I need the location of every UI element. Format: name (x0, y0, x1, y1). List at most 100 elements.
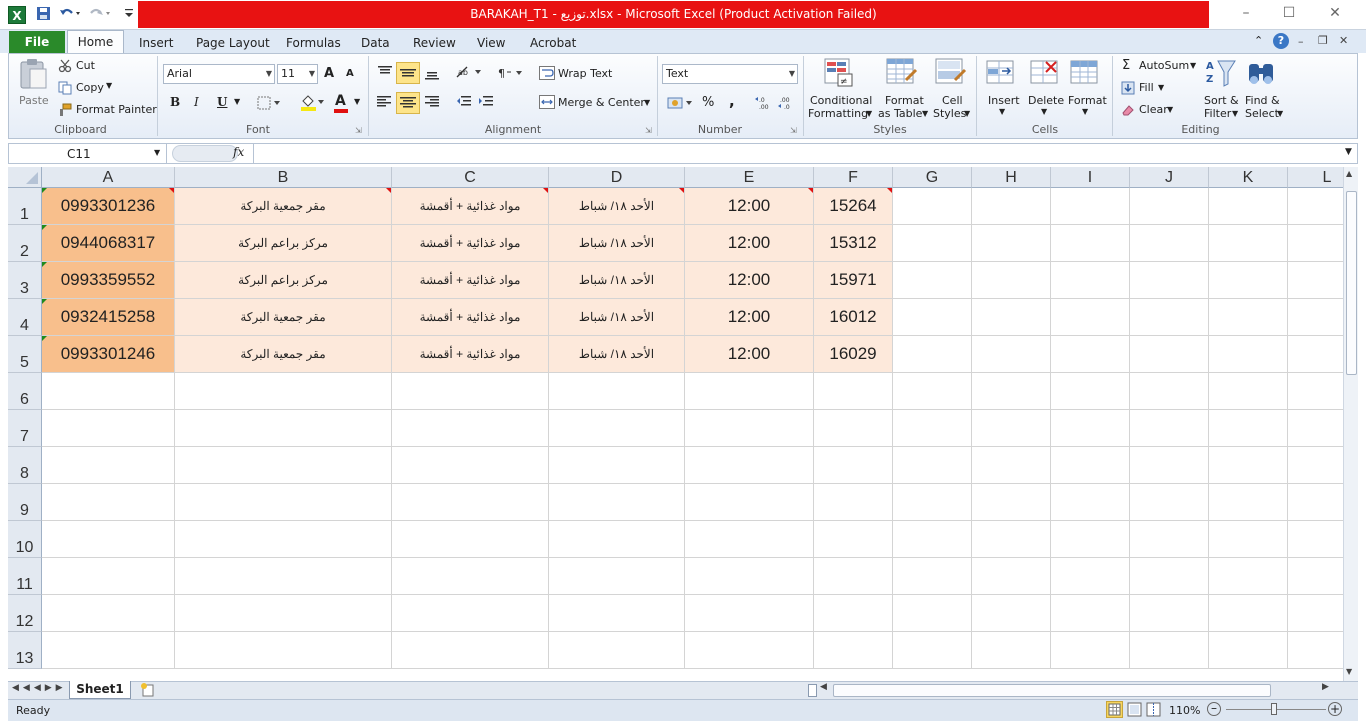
fill-dropdown-icon[interactable]: ▼ (1158, 83, 1164, 92)
font-color-dropdown-icon[interactable]: ▼ (354, 97, 360, 106)
comment-indicator-icon[interactable] (679, 188, 684, 193)
row-header[interactable]: 5 (8, 336, 42, 373)
font-name-combo[interactable]: Arial ▼ (163, 64, 275, 84)
row-header[interactable]: 3 (8, 262, 42, 299)
insert-dropdown-icon[interactable]: ▼ (999, 107, 1005, 116)
cell[interactable] (1288, 521, 1343, 558)
tab-review[interactable]: Review (413, 34, 456, 53)
column-header[interactable]: H (972, 167, 1051, 188)
row-header[interactable]: 9 (8, 484, 42, 521)
cell[interactable] (549, 595, 685, 632)
name-box[interactable]: C11 ▼ (9, 144, 167, 163)
cell[interactable] (1130, 447, 1209, 484)
normal-view-icon[interactable] (1106, 701, 1123, 718)
cell-styles-label2[interactable]: Styles (933, 107, 966, 120)
font-color-button[interactable]: A (335, 93, 346, 109)
close-button[interactable]: ✕ (1321, 5, 1349, 25)
comment-indicator-icon[interactable] (808, 188, 813, 193)
column-header[interactable]: A (42, 167, 175, 188)
insert-sheet-icon[interactable] (138, 682, 158, 698)
cell[interactable] (1209, 373, 1288, 410)
cell[interactable] (1051, 558, 1130, 595)
cell[interactable] (1288, 262, 1343, 299)
format-as-table-label2[interactable]: as Table (878, 107, 922, 120)
cell[interactable] (1130, 188, 1209, 225)
align-middle-icon[interactable] (396, 62, 420, 84)
redo-icon[interactable] (89, 6, 111, 23)
fill-color-icon[interactable] (300, 94, 326, 115)
cell[interactable] (1130, 299, 1209, 336)
merge-dropdown-icon[interactable]: ▼ (644, 98, 650, 107)
column-header[interactable]: I (1051, 167, 1130, 188)
cell[interactable] (1130, 632, 1209, 669)
chevron-down-icon[interactable]: ▼ (154, 148, 160, 157)
cell[interactable] (1288, 225, 1343, 262)
dialog-launcher-icon[interactable]: ⇲ (790, 126, 797, 135)
cell[interactable] (392, 484, 549, 521)
copy-button[interactable]: Copy (76, 81, 104, 94)
find-select-label[interactable]: Find & (1245, 94, 1280, 107)
cell[interactable] (1209, 447, 1288, 484)
undo-icon[interactable] (59, 6, 81, 23)
cell[interactable] (549, 484, 685, 521)
cell[interactable] (1209, 595, 1288, 632)
cell[interactable] (1130, 410, 1209, 447)
cell[interactable] (1288, 188, 1343, 225)
cell[interactable] (685, 484, 814, 521)
conditional-formatting-dropdown-icon[interactable]: ▼ (866, 109, 872, 118)
delete-cells-button[interactable]: Delete (1028, 94, 1064, 107)
cell[interactable] (1130, 262, 1209, 299)
sort-filter-dropdown-icon[interactable]: ▼ (1232, 109, 1238, 118)
cell[interactable]: 12:00 (685, 299, 814, 336)
cell[interactable] (814, 410, 893, 447)
cell[interactable] (1288, 595, 1343, 632)
cell[interactable] (1209, 521, 1288, 558)
cell[interactable] (1051, 262, 1130, 299)
insert-cells-button[interactable]: Insert (988, 94, 1020, 107)
align-center-icon[interactable] (396, 92, 420, 114)
cell[interactable] (1209, 188, 1288, 225)
cell[interactable] (814, 484, 893, 521)
text-direction-icon[interactable]: ¶ (497, 65, 525, 84)
cell[interactable]: 15971 (814, 262, 893, 299)
format-dropdown-icon[interactable]: ▼ (1082, 107, 1088, 116)
cell[interactable] (972, 558, 1051, 595)
cell[interactable]: 12:00 (685, 188, 814, 225)
cell[interactable]: 16029 (814, 336, 893, 373)
cell[interactable] (1051, 632, 1130, 669)
insert-function-button[interactable]: fx (233, 145, 244, 159)
column-header[interactable]: L (1288, 167, 1343, 188)
cell[interactable] (972, 188, 1051, 225)
error-indicator-icon[interactable] (42, 336, 47, 341)
error-indicator-icon[interactable] (42, 262, 47, 267)
row-header[interactable]: 4 (8, 299, 42, 336)
cell[interactable] (42, 410, 175, 447)
cell[interactable] (893, 410, 972, 447)
cell[interactable] (1288, 299, 1343, 336)
cell[interactable] (1051, 188, 1130, 225)
tab-page-layout[interactable]: Page Layout (196, 34, 270, 53)
tab-formulas[interactable]: Formulas (286, 34, 341, 53)
sheet-nav-buttons[interactable]: ◀◀◀▶▶ (12, 683, 67, 693)
cell[interactable] (814, 521, 893, 558)
scroll-up-icon[interactable]: ▲ (1346, 169, 1352, 178)
dialog-launcher-icon[interactable]: ⇲ (355, 126, 362, 135)
underline-dropdown-icon[interactable]: ▼ (234, 97, 240, 106)
scroll-down-icon[interactable]: ▼ (1346, 667, 1352, 676)
cell[interactable] (1209, 299, 1288, 336)
cell[interactable] (893, 188, 972, 225)
row-header[interactable]: 11 (8, 558, 42, 595)
sort-filter-label2[interactable]: Filter (1204, 107, 1231, 120)
row-header[interactable]: 13 (8, 632, 42, 669)
cell[interactable]: مقر جمعية البركة (175, 299, 392, 336)
wrap-text-button[interactable]: Wrap Text (558, 67, 612, 80)
cell[interactable] (392, 373, 549, 410)
cell[interactable] (814, 373, 893, 410)
vertical-scrollbar[interactable]: ▲ ▼ (1343, 167, 1358, 681)
cell[interactable] (972, 299, 1051, 336)
cell[interactable] (392, 595, 549, 632)
cell[interactable] (893, 336, 972, 373)
zoom-out-button[interactable]: – (1207, 702, 1221, 716)
ribbon-minimize-icon[interactable]: ⌃ (1254, 34, 1263, 47)
sort-filter-label[interactable]: Sort & (1204, 94, 1239, 107)
